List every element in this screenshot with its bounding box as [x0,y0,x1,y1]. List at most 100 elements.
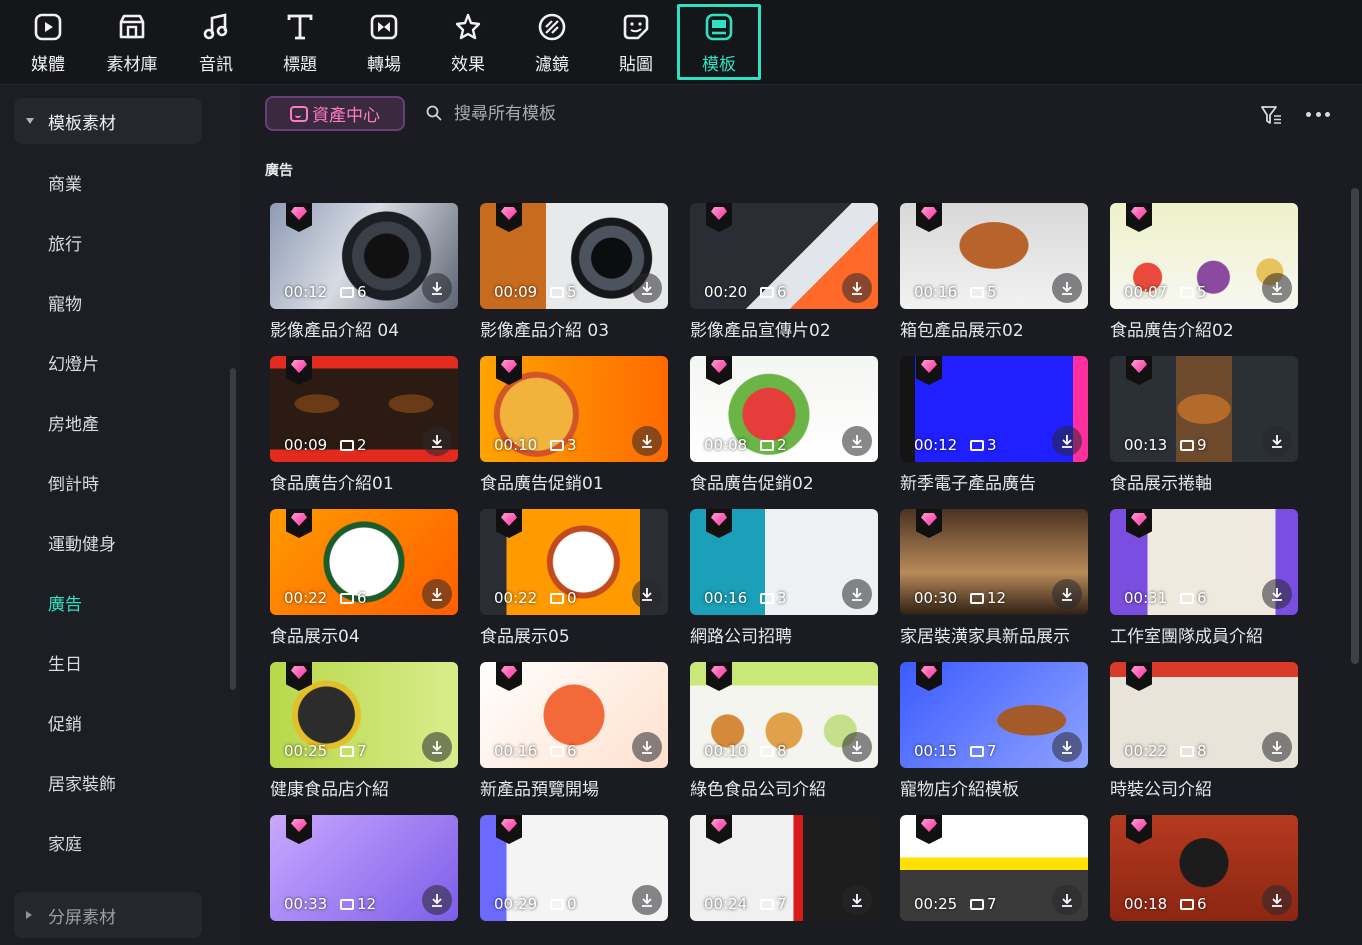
template-card[interactable]: 00:10 8 綠色食品公司介紹 [690,662,878,800]
template-card[interactable]: 00:25 7 健康食品店介紹 [270,662,458,800]
download-icon[interactable] [1262,732,1292,762]
template-card[interactable]: 00:16 3 網路公司招聘 [690,509,878,647]
tab-effects[interactable]: 效果 [426,4,510,80]
template-thumbnail[interactable]: 00:33 12 [270,815,458,921]
sidebar-item-ads[interactable]: 廣告 [48,590,82,615]
download-icon[interactable] [422,885,452,915]
more-options-icon[interactable] [1306,112,1330,118]
template-thumbnail[interactable]: 00:25 7 [270,662,458,768]
template-thumbnail[interactable]: 00:24 7 [690,815,878,921]
download-icon[interactable] [632,273,662,303]
template-assets-group-header[interactable]: 模板素材 [14,98,202,144]
template-card[interactable]: 00:16 6 新產品預覽開場 [480,662,668,800]
download-icon[interactable] [422,732,452,762]
tab-media[interactable]: 媒體 [6,4,90,80]
sidebar-item-family[interactable]: 家庭 [48,830,82,855]
download-icon[interactable] [1052,273,1082,303]
template-thumbnail[interactable]: 00:10 3 [480,356,668,462]
download-icon[interactable] [1262,885,1292,915]
template-card[interactable]: 00:33 12 [270,815,458,928]
sidebar-item-countdown[interactable]: 倒計時 [48,470,99,495]
template-card[interactable]: 00:24 7 [690,815,878,928]
download-icon[interactable] [632,426,662,456]
download-icon[interactable] [1262,273,1292,303]
template-card[interactable]: 00:31 6 工作室團隊成員介紹 [1110,509,1298,647]
template-card[interactable]: 00:13 9 食品展示捲軸 [1110,356,1298,494]
template-thumbnail[interactable]: 00:20 6 [690,203,878,309]
download-icon[interactable] [632,579,662,609]
template-card[interactable]: 00:22 8 時裝公司介紹 [1110,662,1298,800]
template-card[interactable]: 00:07 5 食品廣告介紹02 [1110,203,1298,341]
download-icon[interactable] [632,885,662,915]
template-thumbnail[interactable]: 00:08 2 [690,356,878,462]
download-icon[interactable] [1052,732,1082,762]
template-card[interactable]: 00:10 3 食品廣告促銷01 [480,356,668,494]
sidebar-item-travel[interactable]: 旅行 [48,230,82,255]
sidebar-item-home-decor[interactable]: 居家裝飾 [48,770,116,795]
download-icon[interactable] [842,273,872,303]
template-thumbnail[interactable]: 00:18 6 [1110,815,1298,921]
download-icon[interactable] [842,426,872,456]
download-icon[interactable] [1052,885,1082,915]
template-thumbnail[interactable]: 00:09 5 [480,203,668,309]
sidebar-item-real-estate[interactable]: 房地產 [48,410,99,435]
sidebar-item-slideshow[interactable]: 幻燈片 [48,350,99,375]
template-card[interactable]: 00:22 0 食品展示05 [480,509,668,647]
template-thumbnail[interactable]: 00:22 8 [1110,662,1298,768]
template-card[interactable]: 00:12 6 影像產品介紹 04 [270,203,458,341]
sidebar-item-promotion[interactable]: 促銷 [48,710,82,735]
template-thumbnail[interactable]: 00:22 0 [480,509,668,615]
template-card[interactable]: 00:20 6 影像產品宣傳片02 [690,203,878,341]
template-thumbnail[interactable]: 00:07 5 [1110,203,1298,309]
tab-audio[interactable]: 音訊 [174,4,258,80]
template-thumbnail[interactable]: 00:10 8 [690,662,878,768]
template-thumbnail[interactable]: 00:15 7 [900,662,1088,768]
template-card[interactable]: 00:22 6 食品展示04 [270,509,458,647]
template-thumbnail[interactable]: 00:16 3 [690,509,878,615]
search-input[interactable] [454,99,754,129]
split-screen-group-header[interactable]: 分屏素材 [14,892,202,938]
sidebar-item-fitness[interactable]: 運動健身 [48,530,116,555]
template-thumbnail[interactable]: 00:31 6 [1110,509,1298,615]
template-card[interactable]: 00:30 12 家居裝潢家具新品展示 [900,509,1088,647]
template-card[interactable]: 00:08 2 食品廣告促銷02 [690,356,878,494]
template-card[interactable]: 00:15 7 寵物店介紹模板 [900,662,1088,800]
template-thumbnail[interactable]: 00:09 2 [270,356,458,462]
asset-center-button[interactable]: 資產中心 [265,96,405,131]
tab-templates[interactable]: 模板 [677,4,761,80]
sidebar-item-pets[interactable]: 寵物 [48,290,82,315]
sidebar-item-birthday[interactable]: 生日 [48,650,82,675]
download-icon[interactable] [632,732,662,762]
template-thumbnail[interactable]: 00:16 6 [480,662,668,768]
tab-filters[interactable]: 濾鏡 [510,4,594,80]
template-thumbnail[interactable]: 00:13 9 [1110,356,1298,462]
sidebar-scrollbar[interactable] [230,368,236,690]
template-thumbnail[interactable]: 00:22 6 [270,509,458,615]
filter-sort-icon[interactable] [1260,104,1282,126]
tab-stock-library[interactable]: 素材庫 [90,4,174,80]
template-thumbnail[interactable]: 00:29 0 [480,815,668,921]
download-icon[interactable] [1052,426,1082,456]
download-icon[interactable] [842,885,872,915]
template-card[interactable]: 00:18 6 [1110,815,1298,928]
template-card[interactable]: 00:09 2 食品廣告介紹01 [270,356,458,494]
download-icon[interactable] [1262,426,1292,456]
download-icon[interactable] [1262,579,1292,609]
template-card[interactable]: 00:12 3 新季電子產品廣告 [900,356,1088,494]
download-icon[interactable] [842,732,872,762]
tab-titles[interactable]: 標題 [258,4,342,80]
download-icon[interactable] [842,579,872,609]
template-thumbnail[interactable]: 00:25 7 [900,815,1088,921]
template-thumbnail[interactable]: 00:12 3 [900,356,1088,462]
template-thumbnail[interactable]: 00:12 6 [270,203,458,309]
download-icon[interactable] [422,579,452,609]
template-card[interactable]: 00:25 7 [900,815,1088,928]
download-icon[interactable] [422,273,452,303]
sidebar-item-business[interactable]: 商業 [48,170,82,195]
download-icon[interactable] [1052,579,1082,609]
template-thumbnail[interactable]: 00:30 12 [900,509,1088,615]
template-card[interactable]: 00:16 5 箱包產品展示02 [900,203,1088,341]
tab-stickers[interactable]: 貼圖 [594,4,678,80]
tab-transitions[interactable]: 轉場 [342,4,426,80]
template-card[interactable]: 00:29 0 [480,815,668,928]
